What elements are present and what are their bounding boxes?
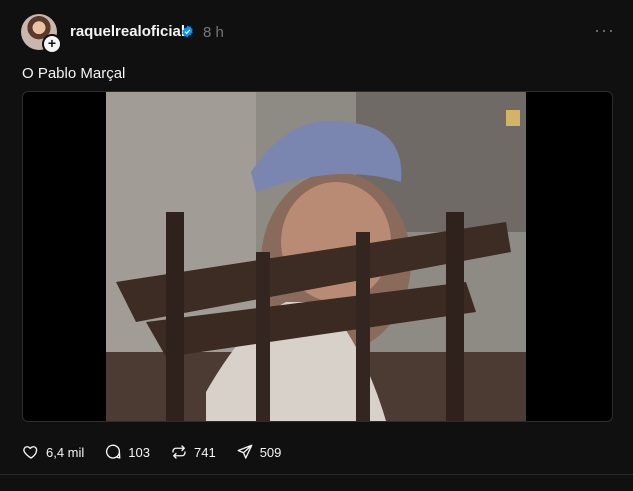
more-icon[interactable]: ··· [594, 20, 615, 41]
post-actions: 6,4 mil 103 741 509 [22, 442, 301, 462]
username[interactable]: raquelrealoficial [70, 23, 185, 40]
post-caption: O Pablo Marçal [22, 65, 126, 82]
share-count: 509 [259, 444, 282, 460]
repost-count: 741 [194, 444, 216, 460]
follow-plus-icon[interactable]: + [42, 34, 62, 54]
video-frame [106, 92, 526, 421]
comment-icon [106, 444, 121, 459]
share-button[interactable]: 509 [236, 443, 282, 461]
like-count: 6,4 mil [46, 444, 85, 460]
verified-badge-icon [182, 25, 193, 38]
thread-post: + raquelrealoficial 8 h ··· O Pablo Març… [0, 0, 633, 491]
post-time[interactable]: 8 h [203, 24, 224, 41]
repost-button[interactable]: 741 [170, 443, 216, 461]
like-button[interactable]: 6,4 mil [22, 443, 84, 461]
repost-icon [172, 445, 186, 459]
comment-count: 103 [128, 444, 150, 460]
post-divider [0, 474, 633, 475]
comment-button[interactable]: 103 [104, 443, 150, 461]
heart-icon [23, 446, 38, 459]
post-video[interactable] [22, 91, 613, 422]
send-icon [237, 444, 253, 459]
